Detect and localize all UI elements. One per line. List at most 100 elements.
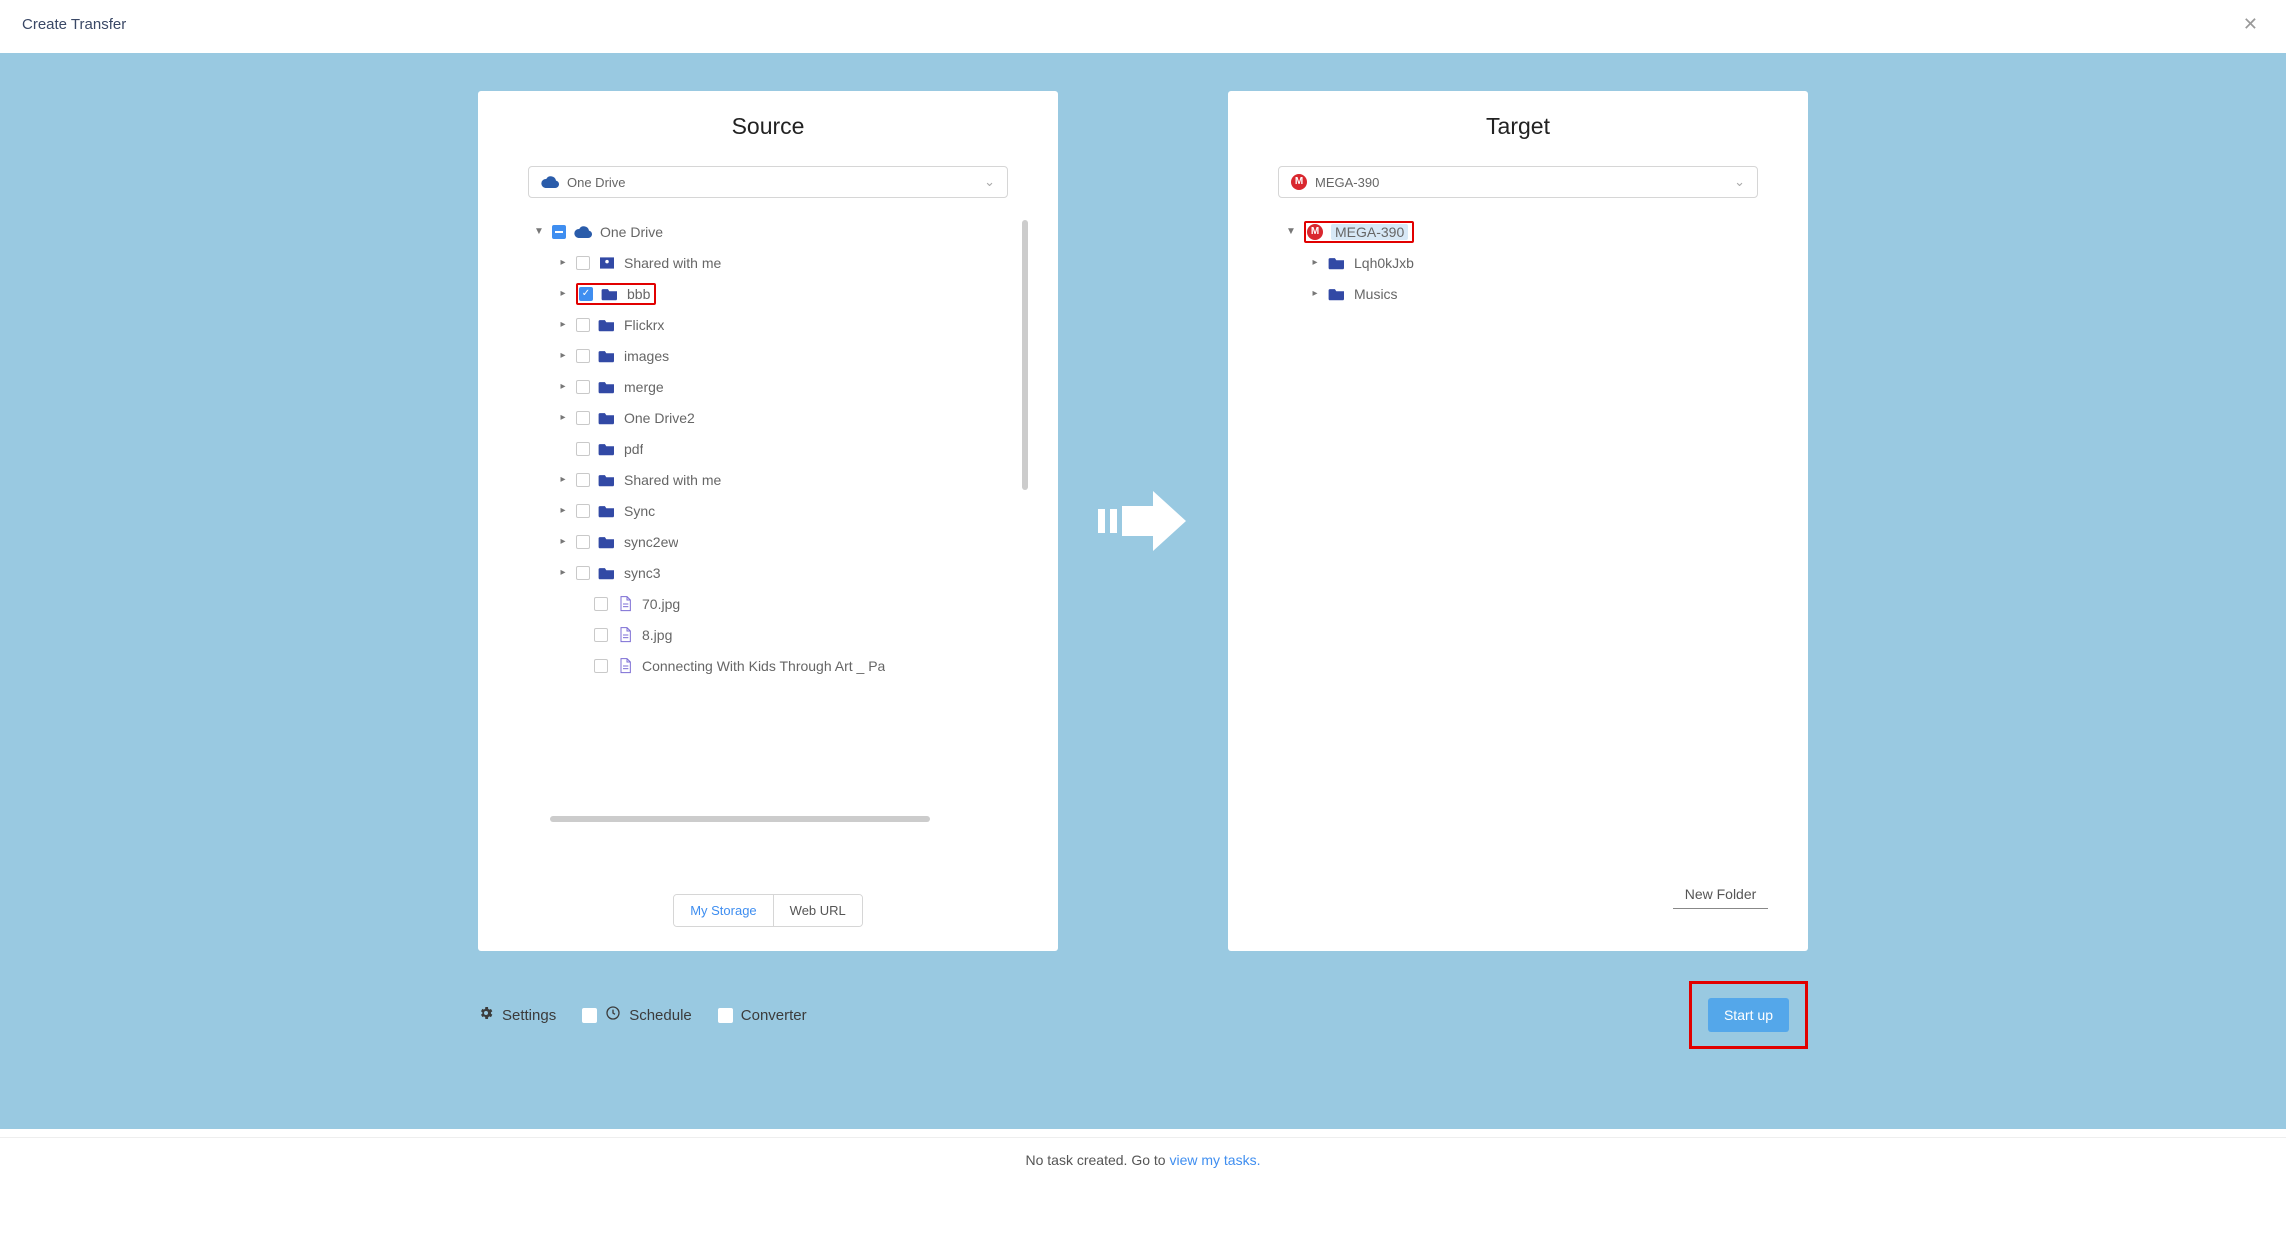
caret-right-icon[interactable]: ▸ [558,412,568,423]
mega-icon: M [1307,224,1323,240]
folder-icon [598,472,616,488]
checkbox-empty[interactable] [576,442,590,456]
tree-node[interactable]: ▸ bbb [526,278,1010,309]
checkbox-empty[interactable] [594,628,608,642]
tree-node[interactable]: ▸Sync [526,495,1010,526]
folder-icon [598,534,616,550]
checkbox-empty[interactable] [576,473,590,487]
checkbox-empty[interactable] [718,1008,733,1023]
tree-node-label: Musics [1354,286,1398,302]
tree-node[interactable]: pdf [526,433,1010,464]
onedrive-icon [541,174,559,190]
tree-node[interactable]: 8.jpg [526,619,1010,650]
caret-right-icon[interactable]: ▸ [558,567,568,578]
folder-icon [1328,286,1346,302]
checkbox-empty[interactable] [576,380,590,394]
tree-node-label: images [624,348,669,364]
source-tabs: My Storage Web URL [478,894,1058,927]
source-selector-label: One Drive [567,175,626,190]
folder-icon [598,441,616,457]
checkbox-empty[interactable] [576,566,590,580]
target-heading: Target [1228,113,1808,140]
tree-node[interactable]: ▸Shared with me [526,464,1010,495]
transfer-arrow-icon [1058,91,1228,951]
caret-down-icon[interactable]: ▼ [1286,226,1296,237]
source-tree: ▼ One Drive ▸Shared with me▸bbb▸Flickrx▸… [526,216,1028,816]
checkbox-indeterminate[interactable] [552,225,566,239]
onedrive-icon [574,224,592,240]
tree-node[interactable]: ▸ One Drive2 [526,402,1010,433]
checkbox-empty[interactable] [576,535,590,549]
caret-right-icon[interactable]: ▸ [558,536,568,547]
caret-right-icon[interactable]: ▸ [558,381,568,392]
folder-icon [598,317,616,333]
caret-right-icon[interactable]: ▸ [558,474,568,485]
tree-node-label: One Drive2 [624,410,695,426]
tree-node[interactable]: ▸ Musics [1278,278,1760,309]
chevron-down-icon: ⌄ [984,174,995,190]
tree-node[interactable]: ▸merge [526,371,1010,402]
checkbox-empty[interactable] [594,659,608,673]
caret-right-icon[interactable]: ▸ [558,257,568,268]
checkbox-empty[interactable] [582,1008,597,1023]
tab-web-url[interactable]: Web URL [773,895,862,926]
checkbox-empty[interactable] [576,504,590,518]
caret-right-icon[interactable]: ▸ [558,505,568,516]
schedule-toggle[interactable]: Schedule [582,1005,692,1025]
converter-label: Converter [741,1007,807,1024]
file-icon [616,627,634,643]
checkbox-checked[interactable] [579,287,593,301]
tree-root-target[interactable]: ▼ M MEGA-390 [1278,216,1760,247]
checkbox-empty[interactable] [576,411,590,425]
tree-node[interactable]: ▸ Lqh0kJxb [1278,247,1760,278]
tree-node[interactable]: ▸ sync3 [526,557,1010,588]
source-cloud-selector[interactable]: One Drive ⌄ [528,166,1008,198]
target-cloud-selector[interactable]: M MEGA-390 ⌄ [1278,166,1758,198]
tree-node-label: bbb [627,286,650,302]
tree-node-label: Lqh0kJxb [1354,255,1414,271]
tree-node[interactable]: 70.jpg [526,588,1010,619]
mega-icon: M [1291,174,1307,190]
chevron-down-icon: ⌄ [1734,174,1745,190]
window-header: Create Transfer ✕ [0,0,2286,53]
caret-right-icon[interactable]: ▸ [558,319,568,330]
tree-root-source[interactable]: ▼ One Drive [526,216,1010,247]
converter-toggle[interactable]: Converter [718,1007,807,1024]
start-up-button[interactable]: Start up [1708,998,1789,1032]
horizontal-scrollbar[interactable] [550,816,930,822]
tree-node-label: Shared with me [624,255,721,271]
status-text: No task created. Go to [1026,1152,1170,1168]
tree-node-label: sync2ew [624,534,678,550]
tree-node[interactable]: Connecting With Kids Through Art _ Pa [526,650,1010,681]
caret-right-icon[interactable]: ▸ [558,350,568,361]
tree-node-label: 8.jpg [642,627,672,643]
checkbox-empty[interactable] [594,597,608,611]
caret-right-icon[interactable]: ▸ [558,288,568,299]
checkbox-empty[interactable] [576,349,590,363]
gear-icon [478,1005,494,1025]
tree-node[interactable]: ▸ sync2ew [526,526,1010,557]
close-icon[interactable]: ✕ [2235,10,2266,39]
checkbox-empty[interactable] [576,318,590,332]
tree-node-label: sync3 [624,565,661,581]
caret-down-icon[interactable]: ▼ [534,226,544,237]
tree-node[interactable]: ▸ Shared with me [526,247,1010,278]
folder-icon [601,286,619,302]
status-bar: No task created. Go to view my tasks. [0,1137,2286,1182]
target-actions: New Folder [1673,882,1768,909]
view-tasks-link[interactable]: view my tasks. [1169,1152,1260,1168]
vertical-scrollbar[interactable] [1022,220,1028,490]
tab-my-storage[interactable]: My Storage [674,895,772,926]
settings-label: Settings [502,1007,556,1024]
tree-node[interactable]: ▸ images [526,340,1010,371]
tree-node[interactable]: ▸Flickrx [526,309,1010,340]
settings-button[interactable]: Settings [478,1005,556,1025]
highlighted-selection: bbb [576,283,656,305]
folder-icon [1328,255,1346,271]
checkbox-empty[interactable] [576,256,590,270]
new-folder-button[interactable]: New Folder [1673,882,1768,909]
file-icon [616,658,634,674]
caret-right-icon[interactable]: ▸ [1310,288,1320,299]
caret-right-icon[interactable]: ▸ [1310,257,1320,268]
folder-icon [598,410,616,426]
